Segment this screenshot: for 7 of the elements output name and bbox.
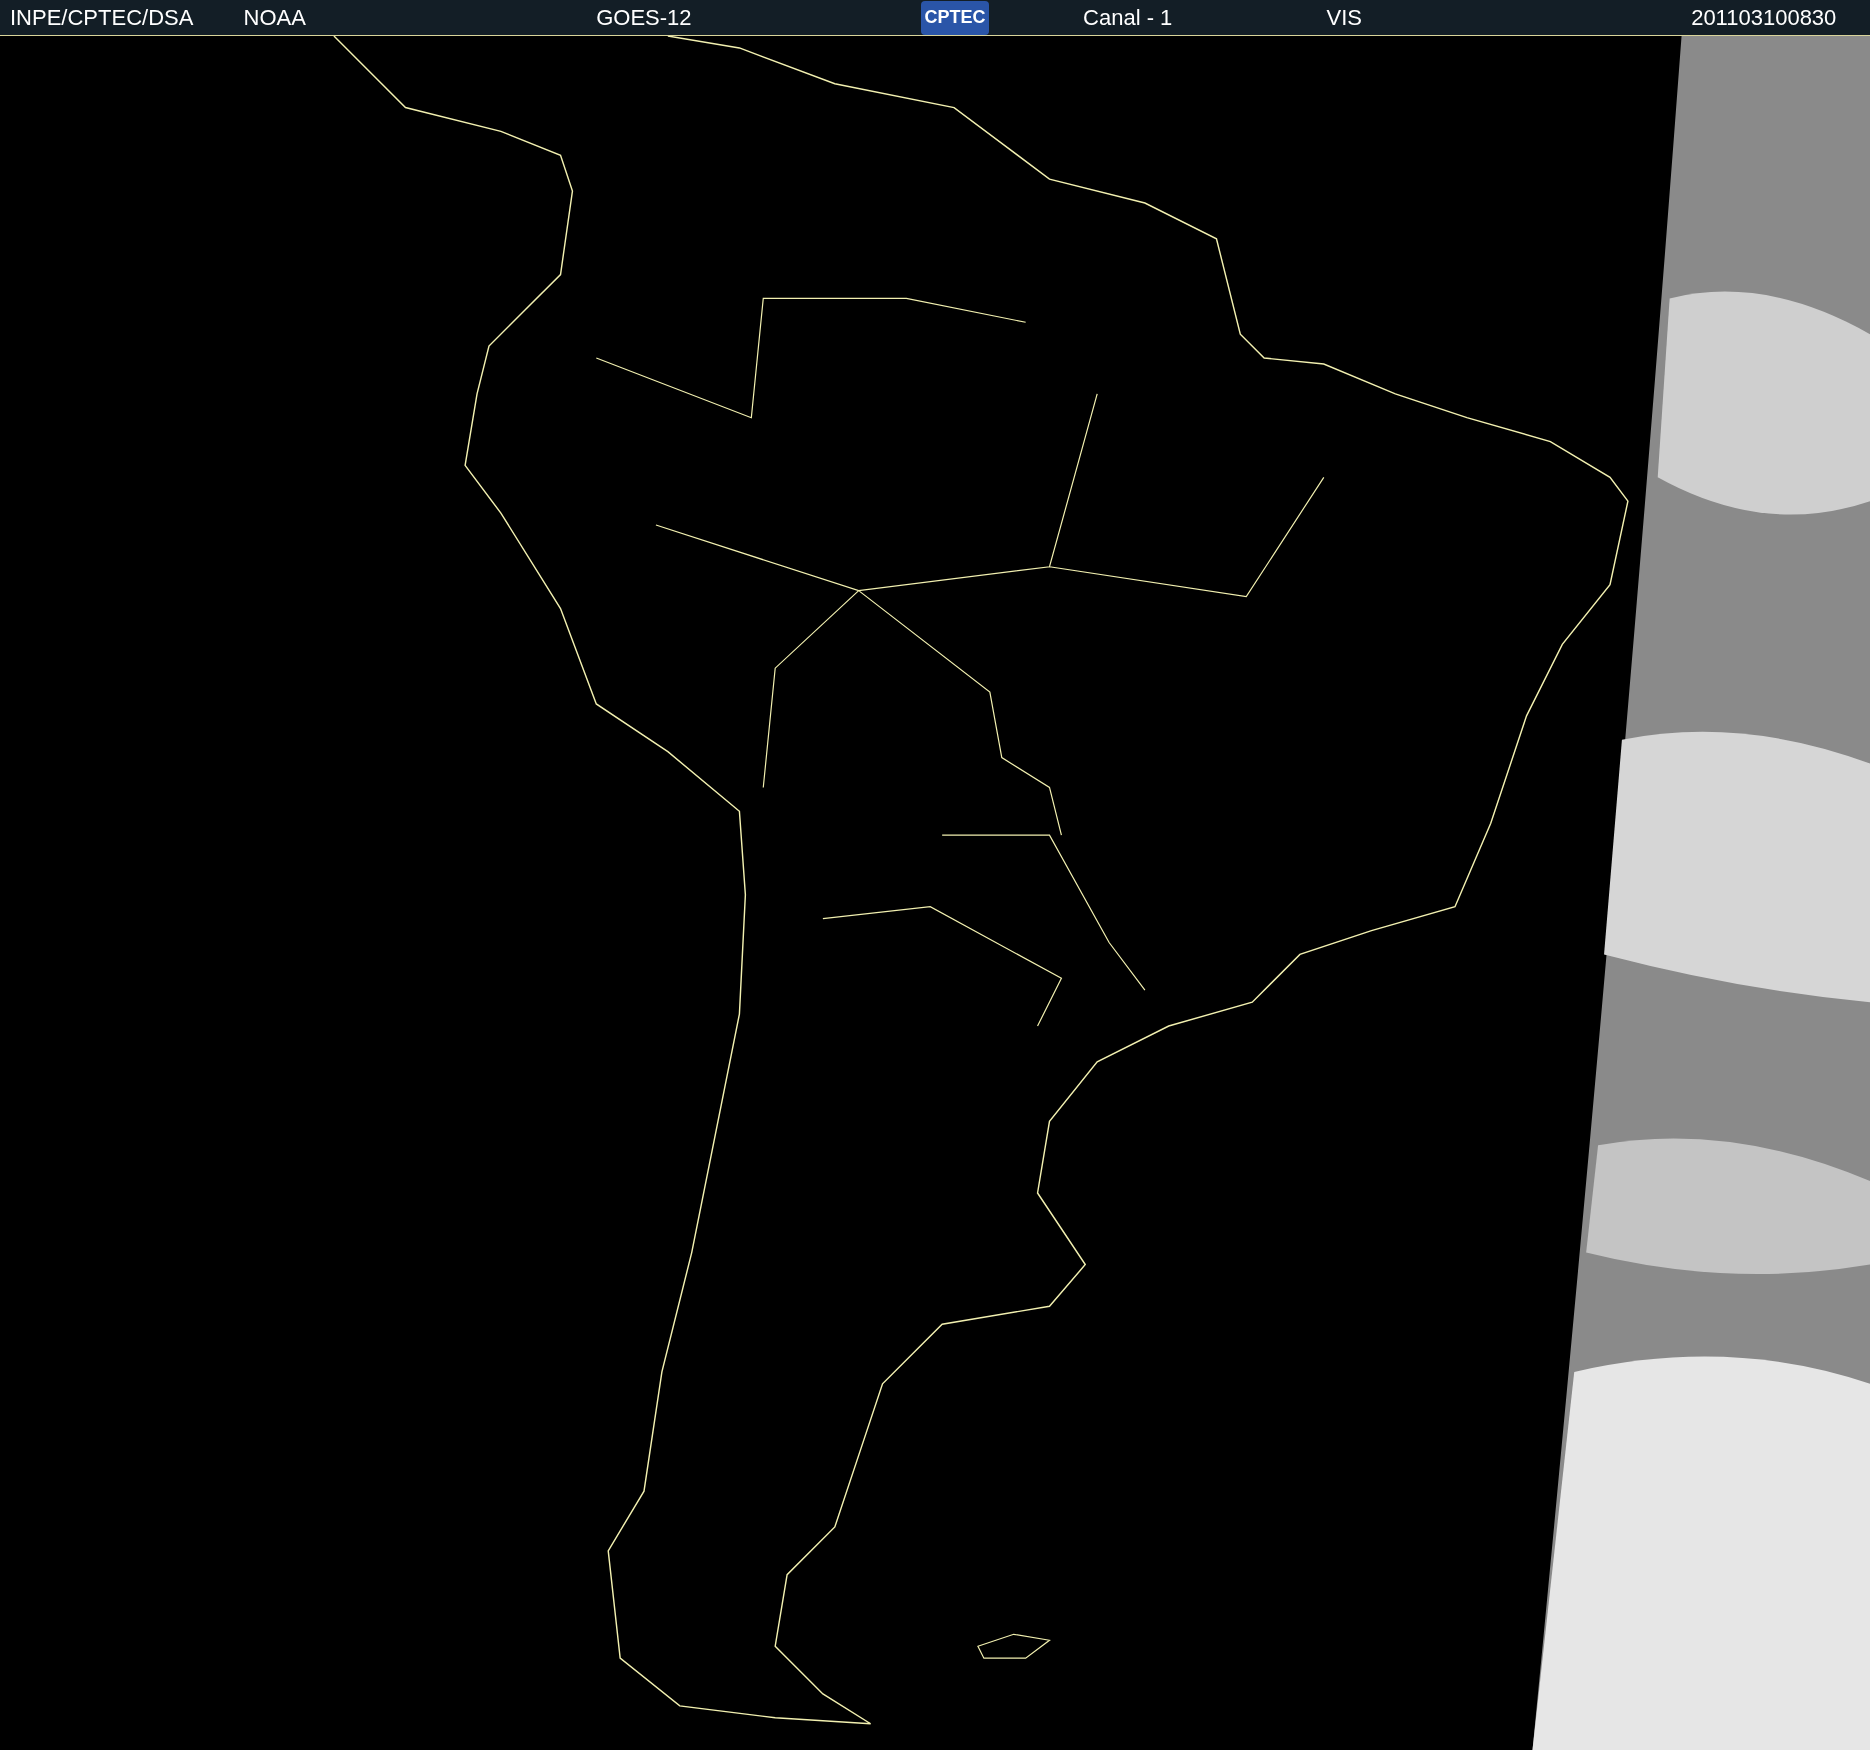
header-label: 201103100830 bbox=[1691, 4, 1838, 32]
header-label: VIS bbox=[1326, 4, 1363, 32]
logo: CPTEC bbox=[921, 0, 989, 35]
header-label: NOAA bbox=[243, 4, 307, 32]
header-label: Canal - 1 bbox=[1083, 4, 1174, 32]
header-label: INPE/CPTEC/DSA bbox=[10, 4, 195, 32]
header-label: GOES-12 bbox=[596, 4, 693, 32]
